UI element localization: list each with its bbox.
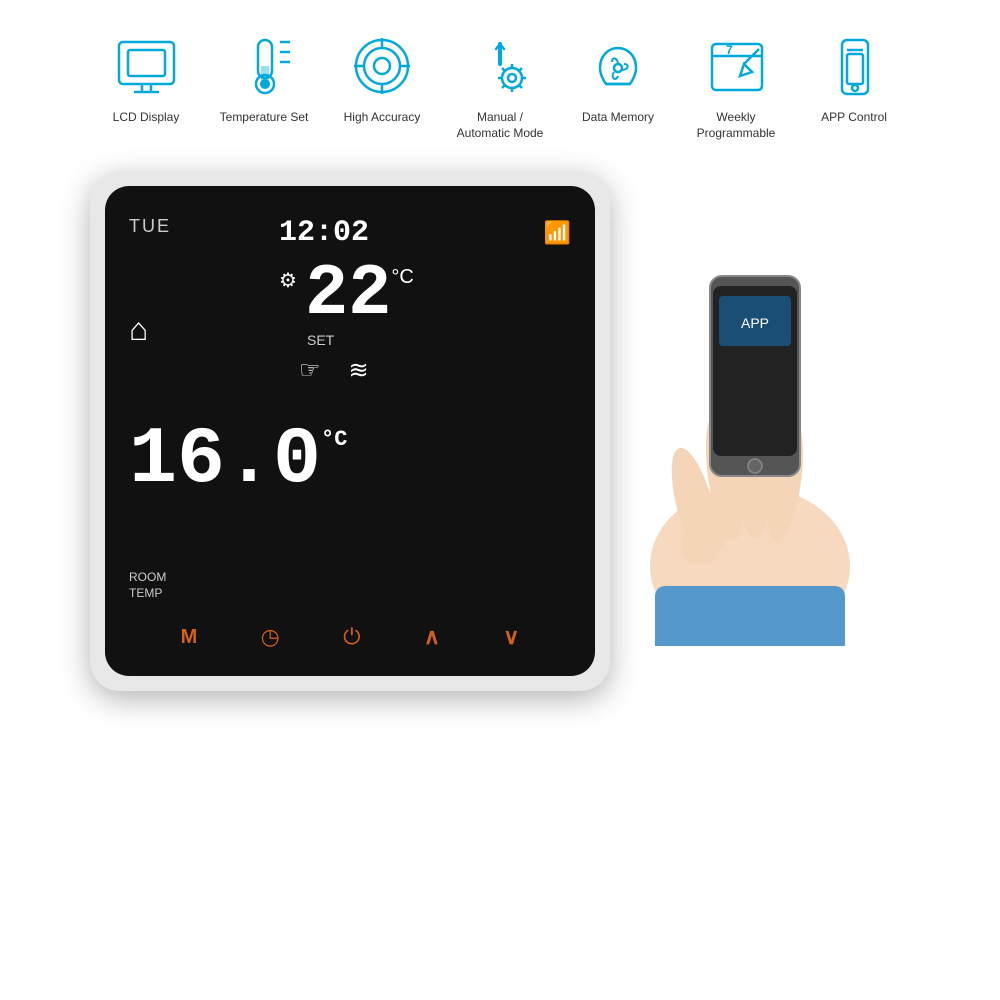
- power-button[interactable]: ⏻: [343, 624, 360, 650]
- m-button[interactable]: M: [181, 626, 198, 649]
- up-button[interactable]: ∧: [424, 624, 440, 650]
- time-display: 12:02: [279, 216, 369, 250]
- feature-weekly-programmable: 7 WeeklyProgrammable: [686, 30, 786, 141]
- temperature-set-icon: [228, 30, 300, 102]
- features-row: LCD Display Temperature Set: [0, 0, 1000, 161]
- main-content: TUE ⌂ 16.0°C ROOMTEMP 12:02 📶: [0, 161, 1000, 701]
- lcd-right-panel: 12:02 📶 ⚙ 22 °C SET ☞: [269, 206, 571, 612]
- feature-app-control: APP Control: [804, 30, 904, 126]
- gear-icon-display: ⚙: [279, 268, 297, 293]
- lcd-display-icon: [110, 30, 182, 102]
- weekly-programmable-icon: 7: [700, 30, 772, 102]
- lcd-display-label: LCD Display: [113, 110, 180, 126]
- thermostat-device: TUE ⌂ 16.0°C ROOMTEMP 12:02 📶: [90, 171, 610, 691]
- set-temp-display: 22: [305, 258, 391, 330]
- manual-auto-label: Manual /Automatic Mode: [457, 110, 544, 141]
- weekly-programmable-label: WeeklyProgrammable: [697, 110, 776, 141]
- svg-text:APP: APP: [741, 315, 769, 331]
- high-accuracy-label: High Accuracy: [344, 110, 421, 126]
- thermostat-screen: TUE ⌂ 16.0°C ROOMTEMP 12:02 📶: [105, 186, 595, 676]
- app-control-icon: [818, 30, 890, 102]
- app-control-label: APP Control: [821, 110, 887, 126]
- set-label-display: SET: [307, 332, 571, 348]
- lcd-left-panel: TUE ⌂ 16.0°C ROOMTEMP: [129, 206, 269, 612]
- lcd-display-area: TUE ⌂ 16.0°C ROOMTEMP 12:02 📶: [129, 206, 571, 612]
- wifi-icon-display: 📶: [544, 220, 571, 246]
- data-memory-label: Data Memory: [582, 110, 654, 126]
- day-display: TUE: [129, 216, 171, 237]
- room-temp-label: ROOMTEMP: [129, 569, 166, 603]
- feature-lcd-display: LCD Display: [96, 30, 196, 126]
- touch-icon-display: ☞: [299, 356, 321, 385]
- feature-manual-auto: Manual /Automatic Mode: [450, 30, 550, 141]
- high-accuracy-icon: [346, 30, 418, 102]
- down-button[interactable]: ∨: [503, 624, 519, 650]
- data-memory-icon: [582, 30, 654, 102]
- svg-text:7: 7: [726, 43, 733, 57]
- home-icon-display: ⌂: [129, 311, 148, 348]
- phone-hand-svg: APP: [615, 216, 885, 646]
- clock-button[interactable]: ◷: [261, 624, 280, 650]
- temperature-set-label: Temperature Set: [220, 110, 309, 126]
- heat-icon-display: ≋: [349, 356, 369, 385]
- set-celsius-display: °C: [391, 266, 413, 289]
- feature-data-memory: Data Memory: [568, 30, 668, 126]
- feature-high-accuracy: High Accuracy: [332, 30, 432, 126]
- button-row: M ◷ ⏻ ∧ ∨: [129, 612, 571, 656]
- feature-temperature-set: Temperature Set: [214, 30, 314, 126]
- phone-hand-area: APP: [590, 171, 910, 691]
- manual-auto-icon: [464, 30, 536, 102]
